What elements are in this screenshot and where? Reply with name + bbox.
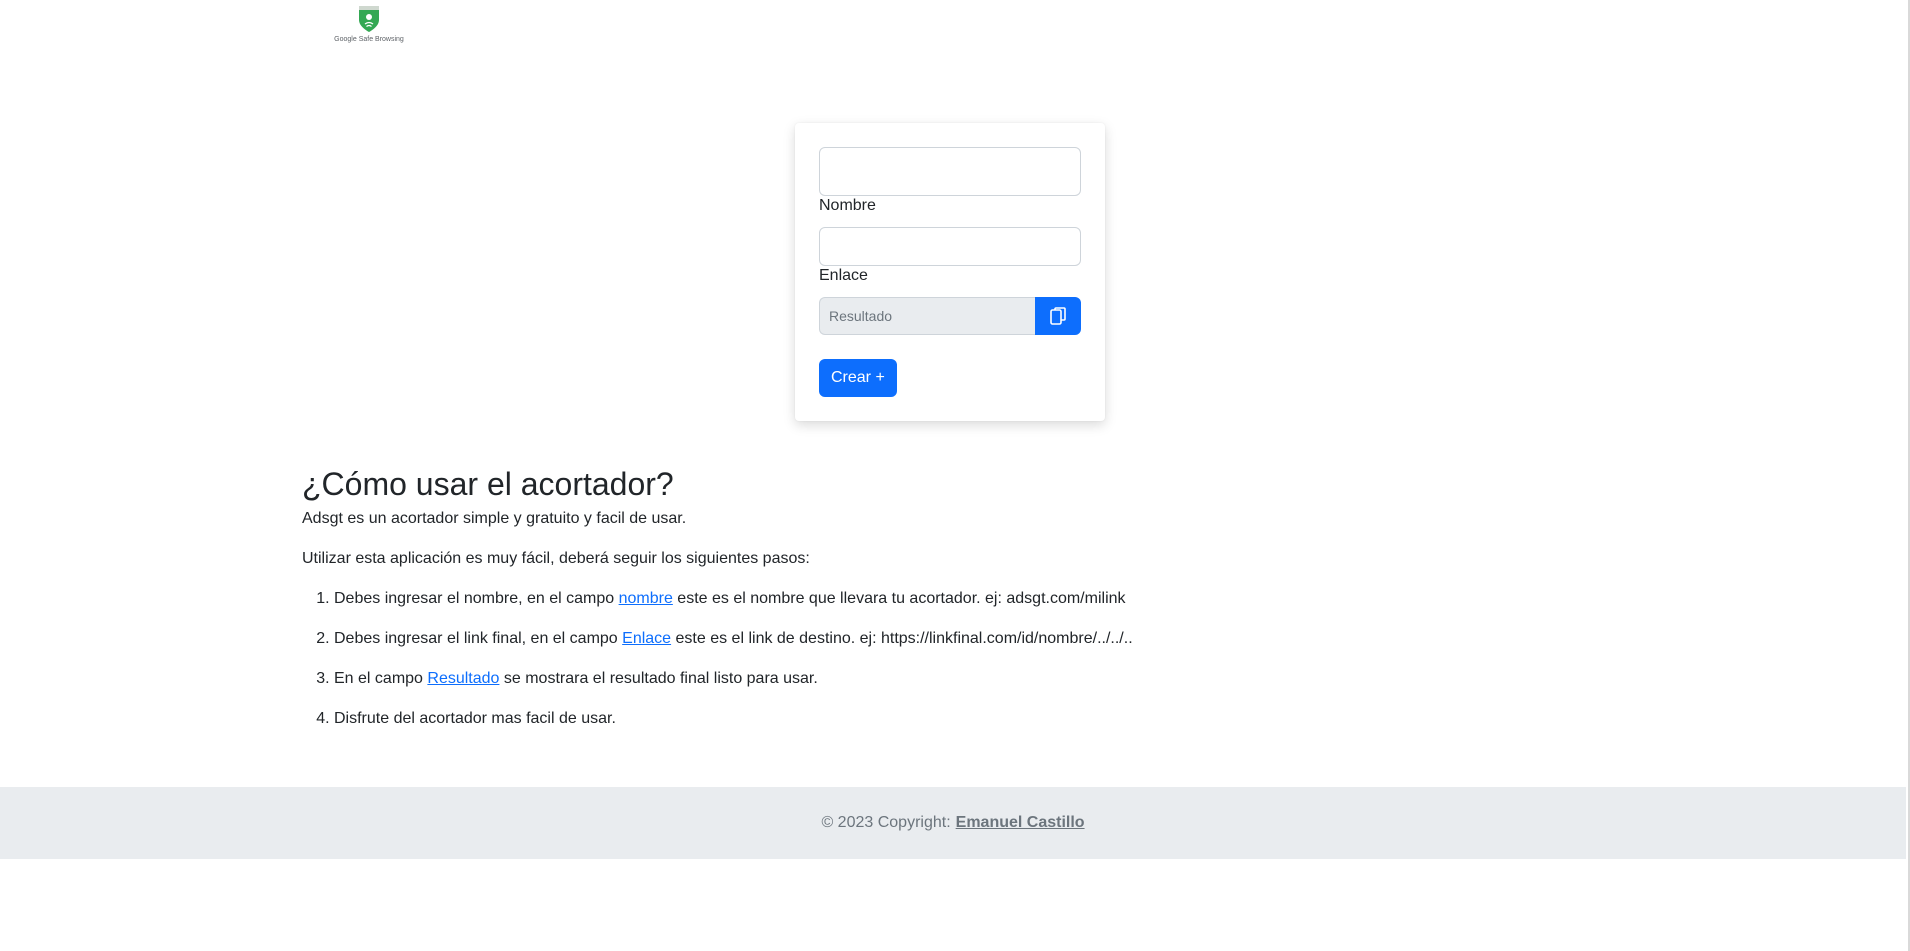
step-text: se mostrara el resultado final listo par… (499, 670, 818, 688)
step-text: En el campo (334, 670, 428, 688)
shield-icon (359, 6, 379, 32)
author-link[interactable]: Emanuel Castillo (956, 814, 1085, 832)
copy-button[interactable] (1035, 297, 1081, 335)
shortener-form-card: Nombre Enlace Crear + (795, 123, 1105, 421)
instructions-section: ¿Cómo usar el acortador? Adsgt es un aco… (302, 465, 1302, 751)
footer: © 2023 Copyright: Emanuel Castillo (0, 787, 1906, 859)
step-text: Debes ingresar el nombre, en el campo (334, 590, 619, 608)
step-item: Debes ingresar el nombre, en el campo no… (334, 591, 1302, 607)
enlace-link[interactable]: Enlace (622, 630, 671, 647)
google-safe-browsing-logo: Google Safe Browsing (332, 4, 406, 52)
step-text: Disfrute del acortador mas facil de usar… (334, 710, 616, 728)
nombre-link[interactable]: nombre (619, 590, 673, 607)
step-item: Disfrute del acortador mas facil de usar… (334, 711, 1302, 727)
step-text: Debes ingresar el link final, en el camp… (334, 630, 623, 648)
instructions-intro: Adsgt es un acortador simple y gratuito … (302, 510, 687, 528)
resultado-input-group (819, 297, 1081, 335)
nombre-input[interactable] (819, 147, 1081, 196)
steps-list: Debes ingresar el nombre, en el campo no… (302, 591, 1302, 727)
page: Google Safe Browsing Nombre Enlace Crear… (0, 0, 1910, 951)
enlace-label: Enlace (819, 267, 868, 284)
copy-icon (1050, 307, 1066, 325)
logo-text: Google Safe Browsing (334, 36, 404, 43)
step-text: este es el nombre que llevara tu acortad… (672, 590, 1126, 608)
nombre-label: Nombre (819, 197, 876, 214)
step-item: Debes ingresar el link final, en el camp… (334, 631, 1302, 647)
copyright-text: © 2023 Copyright: (821, 814, 951, 831)
resultado-link[interactable]: Resultado (427, 670, 499, 687)
instructions-title: ¿Cómo usar el acortador? (302, 466, 674, 502)
step-text: este es el link de destino. ej: https://… (671, 630, 1133, 648)
step-item: En el campo Resultado se mostrara el res… (334, 671, 1302, 687)
enlace-input[interactable] (819, 227, 1081, 266)
crear-button[interactable]: Crear + (819, 359, 897, 397)
instructions-lead: Utilizar esta aplicación es muy fácil, d… (302, 550, 810, 568)
resultado-input[interactable] (819, 297, 1035, 335)
